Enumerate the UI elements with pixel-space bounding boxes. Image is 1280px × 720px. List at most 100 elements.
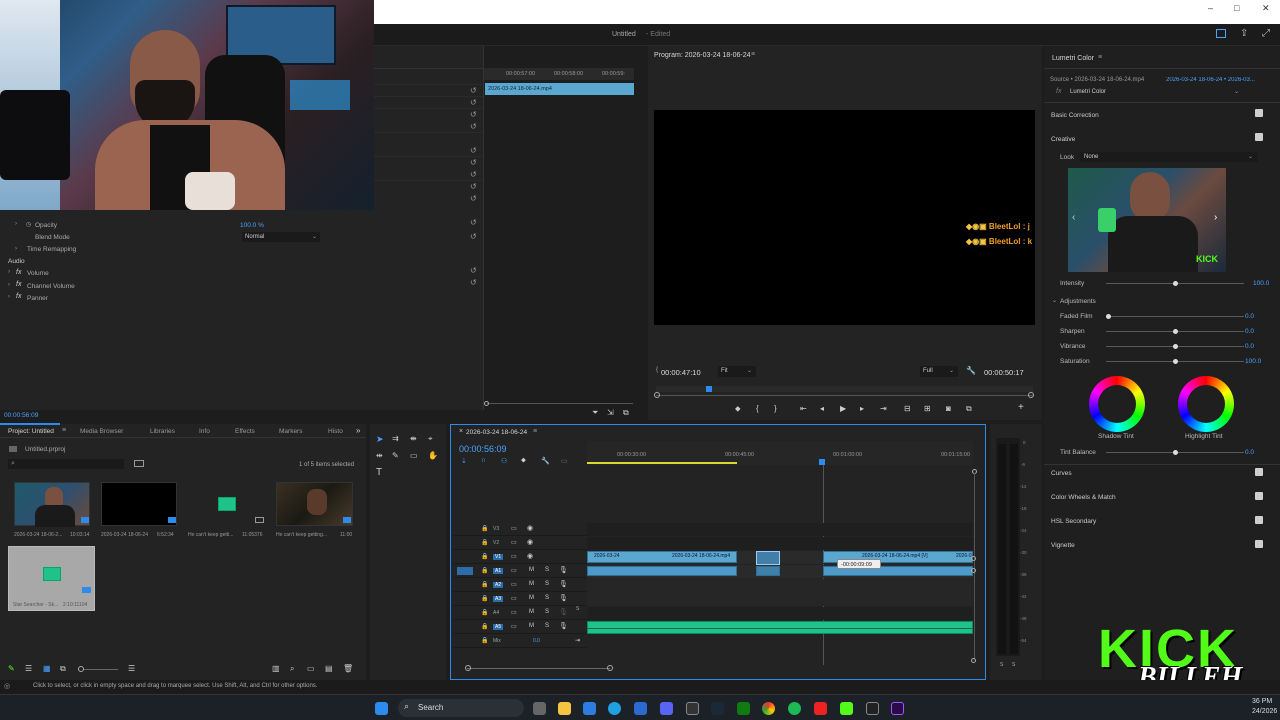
linked-selection-icon[interactable]: ⚇ [501,457,507,465]
adjustments-header[interactable]: Adjustments [1060,298,1096,305]
solo-button[interactable]: S [545,581,549,587]
track-header-a2[interactable]: A2 🔒 ▭ M S 🎙 [453,579,587,592]
clock-time[interactable]: 36 PM [1252,698,1272,705]
scroll-handle[interactable] [654,392,660,398]
track-header-v3[interactable]: V3 🔒 ▭ ◉ [453,523,587,536]
tab-media-browser[interactable]: Media Browser [80,428,123,435]
film-icon[interactable]: ▭ [511,539,517,546]
track-header-v1[interactable]: V1 🔒 ▭ ◉ [453,551,587,564]
chevron-right-icon[interactable]: › [1214,212,1217,223]
solo-button[interactable]: S [1000,662,1003,668]
pencil-icon[interactable]: ✎ [8,664,15,673]
solo-button[interactable]: S [545,595,549,601]
sharpen-slider[interactable] [1106,329,1244,334]
wrench-icon[interactable]: 🔧 [966,366,976,375]
source-patch[interactable] [457,567,473,575]
resolution-select[interactable]: Full ⌄ [920,366,958,377]
go-to-out-icon[interactable]: ⇥ [880,404,887,413]
reset-icon[interactable]: ↺ [470,98,477,107]
new-bin-icon[interactable] [134,460,144,467]
music-audio-clip[interactable] [587,621,973,634]
lock-icon[interactable]: 🔒 [481,539,488,546]
list-view-icon[interactable]: ☰ [25,664,32,673]
panel-menu-icon[interactable]: ≡ [1098,54,1102,61]
step-forward-icon[interactable]: ▸ [860,404,864,413]
slider-knob[interactable] [1173,329,1178,334]
film-icon[interactable]: ▭ [511,623,517,630]
vignette-checkbox[interactable] [1255,540,1263,548]
chevron-down-icon[interactable]: ⌄ [1052,297,1057,304]
minimize-button[interactable]: – [1208,3,1213,13]
track-header-mix[interactable]: Mix 🔒 0.0 ⇥ [453,635,587,648]
basic-correction-checkbox[interactable] [1255,109,1263,117]
saturation-value[interactable]: 100.0 [1245,358,1261,365]
microphone-icon[interactable]: 🎙 [559,622,568,630]
timeline-tab[interactable]: 2026-03-24 18-06-24 [466,429,527,436]
playhead[interactable] [819,459,825,465]
hsl-secondary-checkbox[interactable] [1255,516,1263,524]
hsl-secondary-header[interactable]: HSL Secondary [1051,518,1096,525]
microphone-icon[interactable]: 🎙 [559,566,568,574]
track-header-a1[interactable]: A1 🔒 ▭ M S 🎙 [453,565,587,578]
reset-icon[interactable]: ↺ [470,86,477,95]
tint-balance-slider[interactable] [1106,450,1244,455]
ripple-edit-icon[interactable]: ⇼ [410,434,417,443]
fx-select[interactable]: Lumetri Color ⌄ [1066,87,1242,97]
link-icon[interactable]: ∩ [481,457,486,464]
premiere-pro-icon[interactable] [891,702,904,715]
scroll-handle[interactable] [971,658,976,663]
project-item-thumbnail[interactable] [14,482,90,527]
tab-markers[interactable]: Markers [279,428,302,435]
expand-arrow-icon[interactable]: › [15,246,17,252]
scroll-handle[interactable] [1028,392,1034,398]
lock-icon[interactable]: 🔒 [481,553,488,560]
reset-icon[interactable]: ↺ [470,170,477,179]
playhead[interactable] [706,386,712,392]
audio-clip[interactable] [587,566,737,576]
reset-icon[interactable]: ↺ [470,110,477,119]
stopwatch-icon[interactable]: ◷ [26,221,31,228]
scroll-handle[interactable] [607,665,613,671]
find-icon[interactable]: ⌕ [290,664,294,674]
tint-balance-value[interactable]: 0.0 [1245,449,1254,456]
xbox-icon[interactable] [737,702,750,715]
more-tabs-icon[interactable]: » [356,426,360,435]
new-bin-icon[interactable]: ▭ [307,664,315,673]
captions-icon[interactable]: ▭ [561,457,568,465]
slider-knob[interactable] [1173,359,1178,364]
project-search-input[interactable]: ⌕ [8,459,124,469]
close-button[interactable]: ✕ [1262,3,1270,14]
mute-button[interactable]: M [529,609,534,615]
expand-arrow-icon[interactable]: › [8,294,10,300]
timeline-timecode[interactable]: 00:00:56:09 [459,444,507,454]
reset-icon[interactable]: ↺ [470,182,477,191]
extract-icon[interactable]: ⊞ [924,404,931,413]
slider-knob[interactable] [78,666,84,672]
snap-icon[interactable]: ⇣ [461,457,467,465]
chevron-left-icon[interactable]: ‹ [1072,212,1075,223]
discord-icon[interactable] [660,702,673,715]
taskbar-search[interactable]: ⌕ Search [398,699,524,717]
expand-arrow-icon[interactable]: › [8,269,10,275]
export-icon[interactable]: ⇪ [1240,28,1248,39]
track-header-a3[interactable]: A3 🔒 ▭ M S 🎙 [453,593,587,606]
pen-tool-icon[interactable]: ✎ [392,451,399,460]
automate-icon[interactable]: ▥ [272,664,280,673]
steam-icon[interactable] [711,702,724,715]
recorder-icon[interactable] [814,702,827,715]
wrench-icon[interactable]: 🔧 [541,457,550,465]
ecp-ruler[interactable]: 00:00:57:00 00:00:58:00 00:00:59: [484,68,634,80]
dragging-clip[interactable] [756,551,780,565]
sort-icon[interactable]: ☰ [128,664,135,673]
go-to-in-icon[interactable]: ⇤ [800,404,807,413]
shadow-tint-wheel[interactable] [1089,376,1145,432]
lumetri-sequence[interactable]: 2026-03-24 18-06-24 • 2026-03... [1166,77,1276,83]
film-icon[interactable]: ▭ [511,525,517,532]
track-select-icon[interactable]: ⇉ [392,434,399,443]
program-scrubber[interactable] [656,386,1033,392]
lock-icon[interactable]: 🔒 [481,525,488,532]
store-icon[interactable] [583,702,596,715]
tab-libraries[interactable]: Libraries [150,428,175,435]
intensity-value[interactable]: 100.0 [1253,280,1269,287]
go-to-end-icon[interactable]: ⇥ [575,637,580,644]
